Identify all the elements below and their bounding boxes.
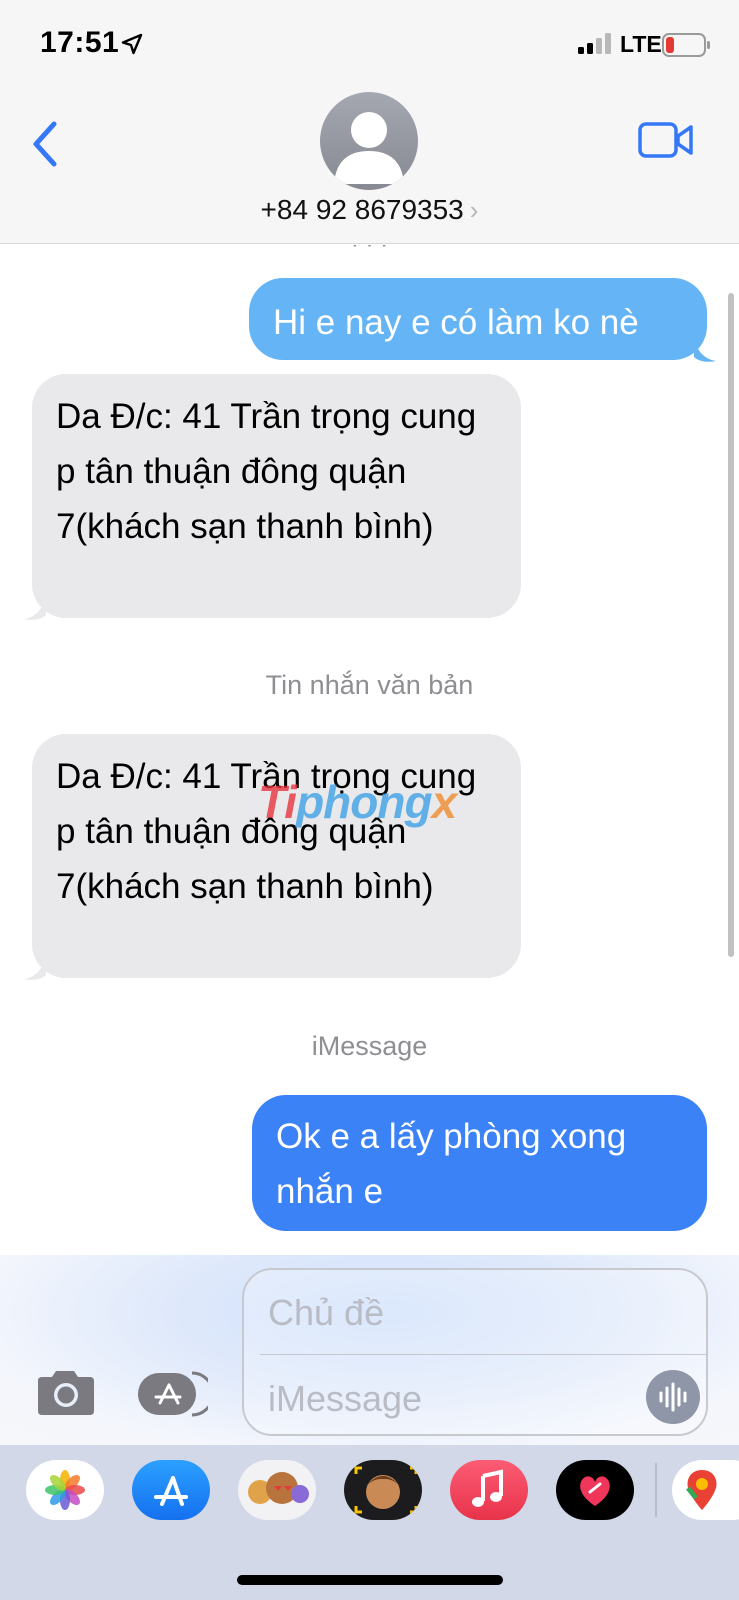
- memoji-stickers-app-icon[interactable]: [238, 1460, 316, 1520]
- contact-name-row[interactable]: +84 92 8679353 ›: [0, 194, 739, 226]
- service-label-imessage: iMessage: [311, 1031, 428, 1061]
- app-drawer: [0, 1445, 739, 1600]
- audio-message-button[interactable]: [646, 1370, 700, 1424]
- maps-app-icon[interactable]: [672, 1460, 739, 1520]
- message-bubble-outgoing-imessage[interactable]: Ok e a lấy phòng xong nhắn e: [252, 1095, 707, 1231]
- status-bar: 17:51 LTE: [0, 0, 739, 90]
- message-bubble-incoming[interactable]: Da Đ/c: 41 Trần trọng cung p tân thuận đ…: [32, 734, 521, 978]
- network-type-label: LTE: [620, 31, 662, 57]
- message-bubble-incoming[interactable]: Da Đ/c: 41 Trần trọng cung p tân thuận đ…: [32, 374, 521, 618]
- facetime-video-button[interactable]: [638, 120, 694, 160]
- camera-icon[interactable]: [34, 1369, 96, 1417]
- photos-app-icon[interactable]: [26, 1460, 104, 1520]
- app-store-icon[interactable]: [136, 1369, 208, 1419]
- memoji-app-icon[interactable]: [344, 1460, 422, 1520]
- signal-bars-icon: [578, 33, 611, 54]
- subject-input[interactable]: Chủ đề: [268, 1292, 384, 1334]
- bubble-tail: [24, 593, 46, 620]
- conversation-header: +84 92 8679353 ›: [0, 90, 739, 244]
- bubble-tail: [694, 335, 716, 362]
- location-arrow-icon: [121, 33, 143, 55]
- message-bubble-outgoing-sms[interactable]: Hi e nay e có làm ko nè: [249, 278, 707, 360]
- watermark-logo: Tiphongx: [258, 776, 457, 828]
- contact-avatar[interactable]: [320, 92, 418, 190]
- battery-low-icon: [662, 33, 710, 57]
- message-input[interactable]: iMessage: [268, 1378, 422, 1420]
- home-indicator[interactable]: [237, 1575, 503, 1585]
- status-time: 17:51: [40, 26, 120, 59]
- chevron-right-icon: ›: [469, 195, 479, 225]
- app-store-app-icon[interactable]: [132, 1460, 210, 1520]
- compose-area: Chủ đề iMessage: [0, 1255, 739, 1445]
- compose-divider: [260, 1354, 706, 1355]
- bubble-tail: [24, 953, 46, 980]
- cut-off-timestamp: · · ·: [0, 245, 739, 259]
- message-list[interactable]: · · · Hi e nay e có làm ko nè Da Đ/c: 41…: [0, 245, 739, 1255]
- drawer-divider: [655, 1463, 657, 1517]
- music-app-icon[interactable]: [450, 1460, 528, 1520]
- scrollbar[interactable]: [728, 293, 734, 957]
- compose-box[interactable]: Chủ đề iMessage: [242, 1268, 708, 1436]
- audio-waveform-icon: [659, 1382, 687, 1412]
- contact-phone-number: +84 92 8679353: [260, 194, 464, 225]
- service-label-sms: Tin nhắn văn bản: [265, 670, 474, 700]
- digital-touch-app-icon[interactable]: [556, 1460, 634, 1520]
- person-silhouette-icon: [334, 112, 404, 184]
- back-button[interactable]: [26, 116, 66, 172]
